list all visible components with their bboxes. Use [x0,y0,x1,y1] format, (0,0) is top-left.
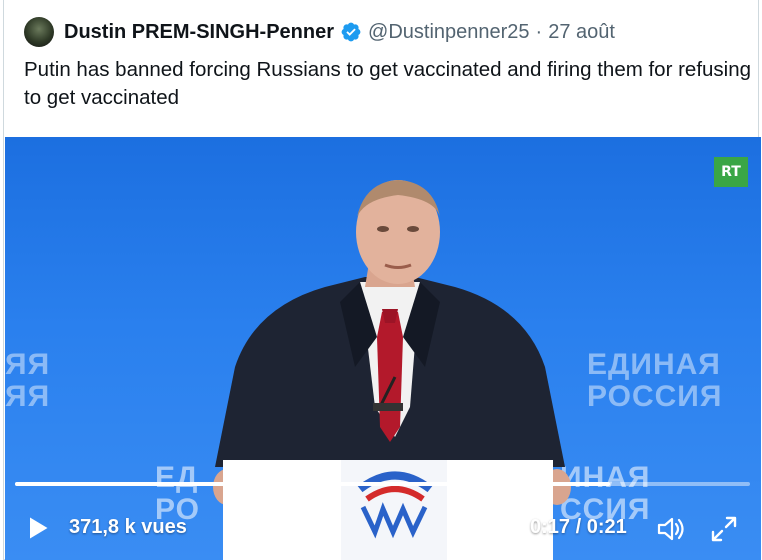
volume-icon[interactable] [655,514,687,544]
play-icon[interactable] [23,514,51,542]
separator-dot: · [535,20,543,43]
tweet-date[interactable]: 27 août [548,21,615,44]
video-controls: 371,8 k vues 0:17 / 0:21 [5,502,761,552]
video-progress-fill [15,482,611,486]
author-avatar[interactable] [24,17,54,47]
tweet-text: Putin has banned forcing Russians to get… [24,58,752,109]
video-progress-bar[interactable] [15,482,750,486]
speaker-image [213,180,571,560]
fullscreen-icon[interactable] [709,514,739,544]
author-name[interactable]: Dustin PREM-SINGH-Penner [64,21,334,44]
author-handle[interactable]: @Dustinpenner25 [368,21,530,44]
verified-badge-icon [341,22,361,42]
tweet-header: Dustin PREM-SINGH-Penner @Dustinpenner25… [24,17,615,47]
video-time: 0:17 / 0:21 [530,516,627,538]
view-count: 371,8 k vues [69,516,187,538]
video-player[interactable]: ЯЯ ЯЯ ЕДИНАЯ РОССИЯ ЕД РО ИНАЯ ССИЯ RT 3… [5,137,761,560]
